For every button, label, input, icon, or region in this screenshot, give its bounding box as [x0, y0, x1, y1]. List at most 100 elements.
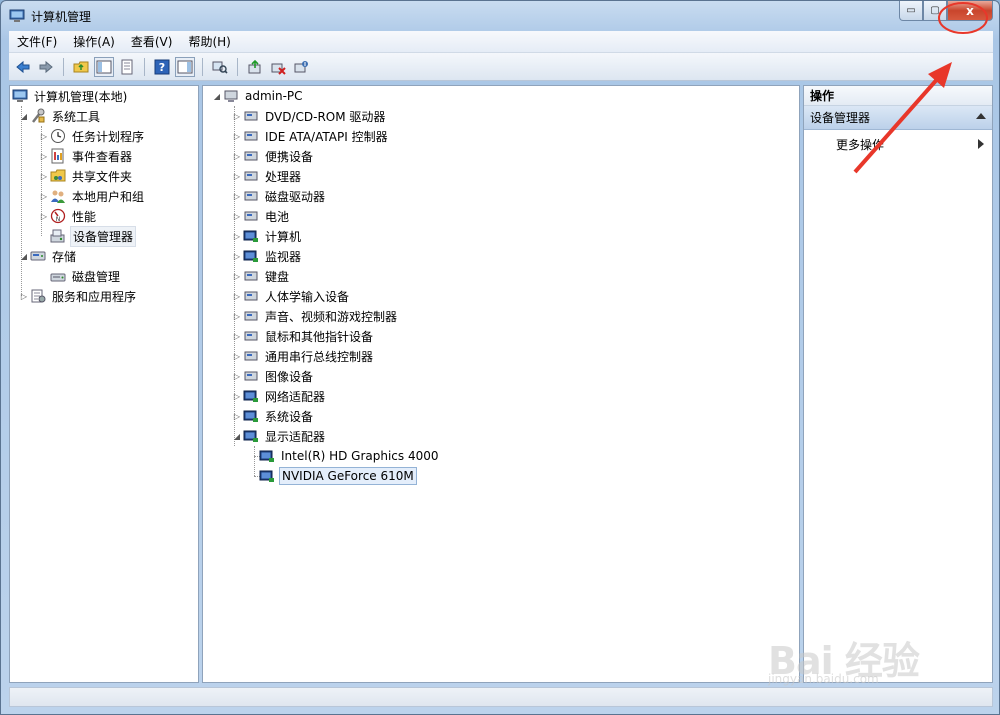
expand-triangle-icon[interactable]: ▷: [231, 266, 243, 286]
scan-hardware-button[interactable]: [210, 57, 230, 77]
device-tree-root[interactable]: ◢ admin-PC: [211, 86, 305, 106]
up-folder-button[interactable]: [71, 57, 91, 77]
expand-triangle-icon[interactable]: ▷: [231, 386, 243, 406]
uninstall-button[interactable]: [268, 57, 288, 77]
expand-triangle-icon[interactable]: ▷: [231, 186, 243, 206]
tree-item-label: 服务和应用程序: [52, 289, 137, 304]
device-category-13[interactable]: ▷ 图像设备: [231, 366, 315, 386]
tree-item-task-scheduler[interactable]: ▷ 任务计划程序: [38, 126, 146, 146]
tree-item-system-tools[interactable]: ◢ 系统工具: [18, 106, 102, 126]
tree-item-performance[interactable]: ▷ N 性能: [38, 206, 98, 226]
collapse-triangle-icon[interactable]: ◢: [211, 86, 223, 106]
device-category-11[interactable]: ▷ 鼠标和其他指针设备: [231, 326, 375, 346]
toolbar-separator: [237, 57, 238, 76]
expand-triangle-icon[interactable]: ▷: [38, 166, 50, 186]
tree-item-storage[interactable]: ◢ 存储: [18, 246, 78, 266]
collapse-triangle-icon[interactable]: ◢: [231, 426, 243, 446]
device-category-16[interactable]: ◢ 显示适配器: [231, 426, 327, 446]
device-category-5[interactable]: ▷ 电池: [231, 206, 291, 226]
tree-item-local-users-groups[interactable]: ▷ 本地用户和组: [38, 186, 146, 206]
tree-item-shared-folders[interactable]: ▷ 共享文件夹: [38, 166, 134, 186]
device-category-4[interactable]: ▷ 磁盘驱动器: [231, 186, 327, 206]
expand-triangle-icon[interactable]: ▷: [231, 406, 243, 426]
device-category-label: 通用串行总线控制器: [265, 349, 374, 364]
expand-triangle-icon[interactable]: ▷: [231, 146, 243, 166]
device-category-0[interactable]: ▷ DVD/CD-ROM 驱动器: [231, 106, 387, 126]
device-category-3[interactable]: ▷ 处理器: [231, 166, 303, 186]
expand-triangle-icon[interactable]: ▷: [231, 326, 243, 346]
expand-triangle-icon[interactable]: ▷: [231, 246, 243, 266]
expand-triangle-icon[interactable]: ▷: [38, 206, 50, 226]
tree-item-event-viewer[interactable]: ▷ 事件查看器: [38, 146, 134, 166]
expand-triangle-icon[interactable]: ▷: [231, 166, 243, 186]
device-category-1[interactable]: ▷ IDE ATA/ATAPI 控制器: [231, 126, 390, 146]
device-category-9[interactable]: ▷ 人体学输入设备: [231, 286, 351, 306]
actions-section-device-manager[interactable]: 设备管理器: [804, 106, 992, 130]
expand-triangle-icon[interactable]: ▷: [231, 106, 243, 126]
shared-folder-icon: [50, 168, 66, 184]
forward-arrow-icon: [39, 60, 53, 73]
help-button[interactable]: ?: [152, 57, 172, 77]
device-category-icon: [243, 348, 259, 364]
device-category-15[interactable]: ▷ 系统设备: [231, 406, 315, 426]
menu-file[interactable]: 文件(F): [9, 31, 65, 53]
device-category-14[interactable]: ▷ 网络适配器: [231, 386, 327, 406]
minimize-button[interactable]: ▭: [899, 1, 923, 21]
device-intel-hd-graphics[interactable]: Intel(R) HD Graphics 4000: [259, 446, 441, 466]
tree-item-label: 计算机管理(本地): [34, 89, 128, 104]
device-category-7[interactable]: ▷ 监视器: [231, 246, 303, 266]
back-button[interactable]: [13, 57, 33, 77]
device-category-icon: [243, 168, 259, 184]
menu-action[interactable]: 操作(A): [65, 31, 123, 53]
update-driver-button[interactable]: [245, 57, 265, 77]
tree-item-services-applications[interactable]: ▷ 服务和应用程序: [18, 286, 138, 306]
device-category-icon: [243, 148, 259, 164]
expand-triangle-icon[interactable]: ▷: [231, 226, 243, 246]
tree-item-label: 存储: [52, 249, 77, 264]
expand-triangle-icon[interactable]: ▷: [231, 206, 243, 226]
menu-view[interactable]: 查看(V): [123, 31, 181, 53]
expand-triangle-icon[interactable]: ▷: [231, 306, 243, 326]
expand-triangle-icon[interactable]: ▷: [38, 146, 50, 166]
title-bar[interactable]: 计算机管理 ▭ ▢ x: [1, 1, 1000, 31]
navigation-tree-pane[interactable]: 计算机管理(本地) ◢ 系统工具 ▷ 任务计划程序 ▷ 事件查看器 ▷ 共享文件…: [9, 85, 199, 683]
properties-button[interactable]: [117, 57, 137, 77]
menu-help[interactable]: 帮助(H): [180, 31, 238, 53]
collapse-triangle-icon[interactable]: ◢: [18, 106, 30, 126]
expand-triangle-icon[interactable]: ▷: [231, 286, 243, 306]
show-hide-action-pane-button[interactable]: [175, 56, 195, 77]
device-category-8[interactable]: ▷ 键盘: [231, 266, 291, 286]
expand-triangle-icon[interactable]: ▷: [18, 286, 30, 306]
collapse-up-icon[interactable]: [976, 113, 986, 119]
expand-triangle-icon[interactable]: ▷: [38, 186, 50, 206]
collapse-triangle-icon[interactable]: ◢: [18, 246, 30, 266]
device-category-label: 图像设备: [265, 369, 314, 384]
expand-triangle-icon[interactable]: ▷: [231, 126, 243, 146]
device-category-label: 磁盘驱动器: [265, 189, 326, 204]
back-arrow-icon: [16, 60, 30, 73]
show-hide-tree-button[interactable]: [94, 56, 114, 77]
tree-item-device-manager[interactable]: 设备管理器: [50, 225, 137, 247]
tree-item-disk-management[interactable]: 磁盘管理: [50, 266, 122, 286]
device-category-10[interactable]: ▷ 声音、视频和游戏控制器: [231, 306, 399, 326]
device-category-12[interactable]: ▷ 通用串行总线控制器: [231, 346, 375, 366]
device-nvidia-geforce[interactable]: NVIDIA GeForce 610M: [259, 466, 417, 486]
actions-header: 操作: [804, 86, 992, 106]
expand-triangle-icon[interactable]: ▷: [231, 346, 243, 366]
disable-device-button[interactable]: [291, 57, 311, 77]
forward-button[interactable]: [36, 57, 56, 77]
maximize-button[interactable]: ▢: [923, 1, 947, 21]
uninstall-icon: [271, 63, 286, 75]
close-button[interactable]: x: [947, 1, 993, 21]
expand-triangle-icon[interactable]: ▷: [231, 366, 243, 386]
tree-item-computer-management[interactable]: 计算机管理(本地): [12, 86, 129, 106]
submenu-arrow-icon[interactable]: [978, 139, 984, 149]
device-tree-root-label: admin-PC: [245, 89, 303, 103]
toolbar-separator: [144, 57, 145, 76]
device-category-2[interactable]: ▷ 便携设备: [231, 146, 315, 166]
expand-triangle-icon[interactable]: ▷: [38, 126, 50, 146]
more-actions-link[interactable]: 更多操作: [836, 136, 884, 153]
device-category-6[interactable]: ▷ 计算机: [231, 226, 303, 246]
device-category-label: 便携设备: [265, 149, 314, 164]
device-tree-pane[interactable]: ◢ admin-PC ▷ DVD/CD-ROM 驱动器 ▷ IDE ATA/ATAPI…: [202, 85, 800, 683]
